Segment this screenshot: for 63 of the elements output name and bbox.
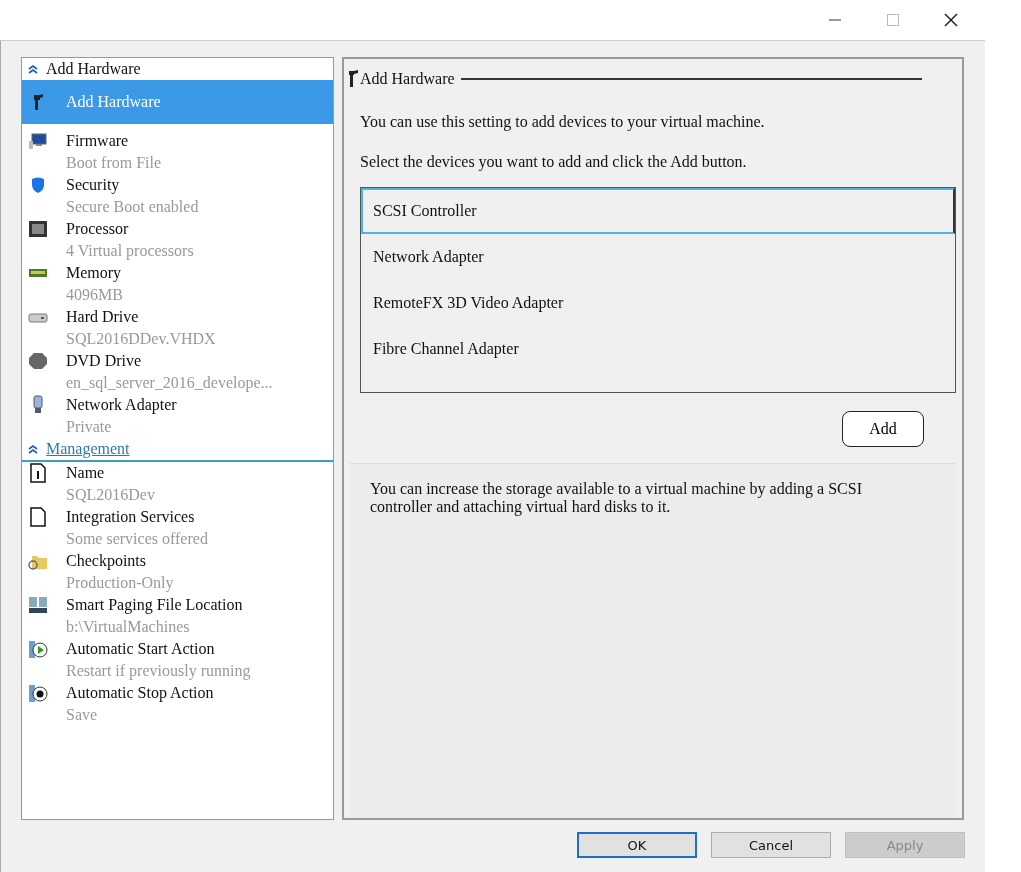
item-name: Checkpoints — [66, 551, 147, 572]
section-header[interactable]: Add Hardware — [22, 58, 333, 80]
item-name: Memory — [66, 263, 123, 284]
item-detail: 4096MB — [66, 285, 124, 305]
item-detail: SQL2016Dev — [66, 485, 156, 505]
sidebar-item[interactable]: Processor 4 Virtual processors — [22, 218, 333, 262]
item-name: Smart Paging File Location — [66, 595, 244, 616]
item-detail: Boot from File — [66, 153, 163, 173]
plug-icon — [348, 69, 360, 89]
maximize-icon — [887, 14, 899, 26]
sidebar-item[interactable]: Hard Drive SQL2016DDev.VHDX — [22, 306, 333, 350]
instruction-text: Select the devices you want to add and click the Add button. — [359, 153, 748, 171]
sidebar-item[interactable]: Memory 4096MB — [22, 262, 333, 306]
item-detail: Restart if previously running — [66, 661, 252, 682]
sidebar-item[interactable]: Name SQL2016Dev — [22, 462, 333, 506]
info-document-icon — [28, 463, 48, 483]
item-detail: 4 Virtual processors — [66, 241, 195, 262]
item-name: Processor — [66, 219, 130, 239]
item-detail: Secure Boot enabled — [66, 197, 200, 217]
item-name: Integration Services — [66, 507, 196, 528]
item-name: Add Hardware — [66, 92, 162, 112]
item-name: Security — [66, 175, 121, 196]
item-detail: b:\VirtualMachines — [66, 617, 191, 637]
close-icon — [944, 13, 958, 27]
play-icon — [28, 639, 48, 659]
item-name: Automatic Stop Action — [66, 683, 215, 704]
monitor-icon — [28, 131, 48, 151]
item-name: DVD Drive — [66, 351, 143, 371]
sidebar-item[interactable]: DVD Drive en_sql_server_2016_develope... — [22, 350, 333, 394]
stop-icon — [28, 683, 48, 703]
sidebar-item[interactable]: Smart Paging File Location b:\VirtualMachines — [22, 594, 333, 638]
device-item[interactable]: RemoteFX 3D Video Adapter — [361, 280, 955, 326]
sidebar-item[interactable]: Firmware Boot from File — [22, 130, 333, 174]
dialog-button[interactable]: Cancel — [711, 832, 831, 858]
item-name: Automatic Start Action — [66, 639, 216, 659]
item-detail: en_sql_server_2016_develope... — [66, 373, 274, 394]
dialog-button[interactable]: OK — [577, 832, 697, 858]
item-name: Network Adapter — [66, 395, 178, 416]
item-detail: Production-Only — [66, 573, 175, 594]
sidebar-item[interactable]: Security Secure Boot enabled — [22, 174, 333, 218]
paging-icon — [28, 595, 48, 615]
item-name: Firmware — [66, 131, 130, 151]
document-icon — [28, 507, 48, 527]
item-detail: Some services offered — [66, 529, 209, 549]
chip-icon — [28, 219, 48, 239]
item-detail: Private — [66, 417, 113, 437]
item-name: Name — [66, 463, 106, 483]
intro-text: You can use this setting to add devices to your virtual machine. — [359, 113, 766, 131]
device-item[interactable]: Network Adapter — [361, 234, 955, 280]
sidebar-item[interactable]: Automatic Start Action Restart if previously running — [22, 638, 333, 682]
description-text: You can increase the storage available to a virtual machine by adding a SCSI controller and attaching virtual hard disks to it. — [370, 480, 862, 515]
sidebar-item[interactable]: Network Adapter Private — [22, 394, 333, 438]
section-header[interactable]: Management — [22, 438, 333, 462]
group-title: Add Hardware — [360, 70, 455, 88]
device-item[interactable]: SCSI Controller — [361, 188, 955, 234]
add-button[interactable]: Add — [842, 411, 924, 447]
item-name: Hard Drive — [66, 307, 140, 327]
sidebar-item[interactable]: Integration Services Some services offered — [22, 506, 333, 550]
sidebar-item[interactable]: Checkpoints Production-Only — [22, 550, 333, 594]
device-item[interactable]: Fibre Channel Adapter — [361, 326, 955, 372]
sidebar-item[interactable]: Automatic Stop Action Save — [22, 682, 333, 726]
item-detail: SQL2016DDev.VHDX — [66, 329, 217, 349]
item-detail: Save — [66, 705, 99, 725]
